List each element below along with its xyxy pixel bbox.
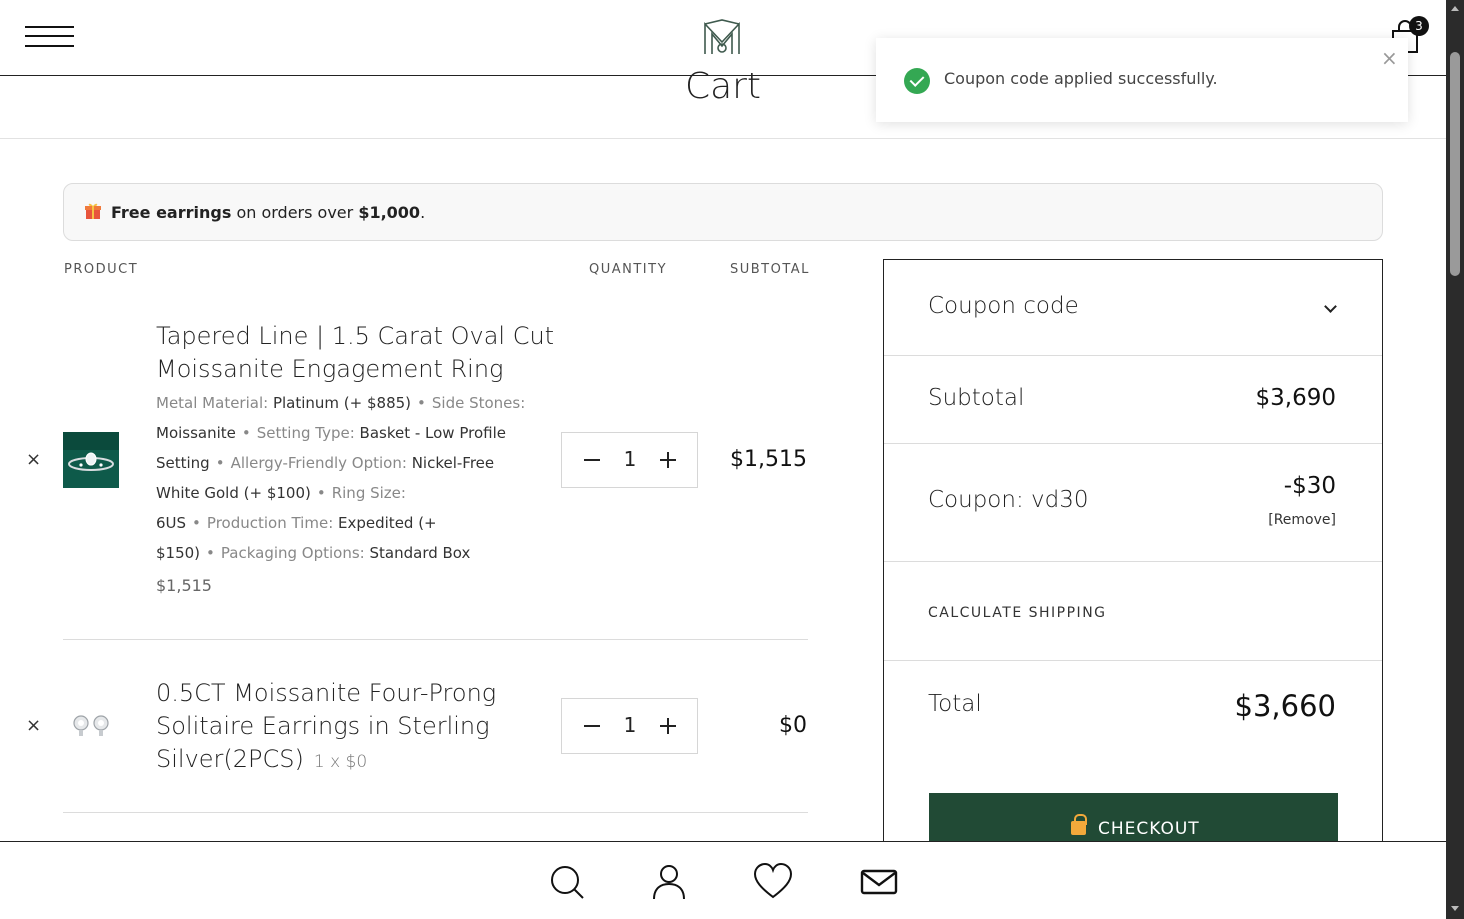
subtotal-row: Subtotal $3,690 bbox=[884, 356, 1382, 444]
option-value: Moissanite bbox=[156, 424, 236, 442]
menu-icon[interactable] bbox=[25, 26, 74, 48]
line-subtotal: $0 bbox=[779, 713, 807, 738]
option-label: Packaging Options: bbox=[220, 544, 370, 562]
coupon-row: Coupon: vd30 -$30 [Remove] bbox=[884, 444, 1382, 562]
lock-icon bbox=[1071, 814, 1087, 835]
quantity-stepper: 1 bbox=[561, 698, 698, 754]
user-icon[interactable] bbox=[649, 862, 689, 902]
product-name-line: Tapered Line | 1.5 Carat Oval Cut bbox=[156, 322, 555, 350]
total-value: $3,660 bbox=[1234, 689, 1336, 723]
coupon-code-label: Coupon code bbox=[928, 293, 1079, 319]
logo-icon[interactable] bbox=[702, 18, 742, 56]
remove-coupon-link[interactable]: [Remove] bbox=[1268, 512, 1336, 528]
promo-middle: on orders over bbox=[231, 203, 359, 222]
mail-icon[interactable] bbox=[859, 862, 899, 902]
total-row: Total $3,660 bbox=[884, 661, 1382, 761]
decrease-quantity-button[interactable] bbox=[584, 718, 600, 734]
product-thumbnail[interactable] bbox=[63, 432, 119, 488]
product-name[interactable]: 0.5CT Moissanite Four-Prong Solitaire Ea… bbox=[156, 677, 496, 779]
option-separator: • bbox=[215, 454, 225, 472]
subtotal-value: $3,690 bbox=[1255, 385, 1336, 411]
remove-item-button[interactable]: × bbox=[26, 449, 41, 470]
option-separator: • bbox=[206, 544, 215, 562]
option-label: Production Time: bbox=[206, 514, 339, 532]
heart-icon[interactable] bbox=[753, 862, 793, 902]
coupon-accordion[interactable]: Coupon code bbox=[884, 260, 1382, 356]
scroll-up-arrow-icon[interactable] bbox=[1451, 6, 1459, 11]
quantity-stepper: 1 bbox=[561, 432, 698, 488]
order-summary: Coupon code Subtotal $3,690 Coupon: vd30… bbox=[883, 259, 1383, 865]
option-label: Setting Type: bbox=[256, 424, 360, 442]
option-separator: • bbox=[241, 424, 251, 442]
product-options: Metal Material: Platinum (+ $885) • Side S… bbox=[156, 388, 531, 568]
column-header-subtotal: SUBTOTAL bbox=[730, 262, 810, 277]
column-header-product: PRODUCT bbox=[64, 262, 139, 277]
option-label: Ring Size: bbox=[331, 484, 406, 502]
decrease-quantity-button[interactable] bbox=[584, 452, 600, 468]
promo-bold: Free earrings bbox=[111, 203, 232, 222]
quantity-price-note: 1 x $0 bbox=[313, 752, 368, 772]
option-label: Side Stones: bbox=[431, 394, 526, 412]
scrollbar-thumb[interactable] bbox=[1450, 52, 1460, 276]
product-name-line: 0.5CT Moissanite Four-Prong bbox=[156, 679, 497, 707]
success-toast: Coupon code applied successfully. × bbox=[876, 38, 1408, 122]
coupon-discount: -$30 bbox=[1283, 473, 1336, 499]
promo-banner: Free earrings on orders over $1,000. bbox=[63, 183, 1383, 241]
option-label: Metal Material: bbox=[156, 394, 273, 412]
option-value: Platinum (+ $885) bbox=[272, 394, 412, 412]
quantity-value[interactable]: 1 bbox=[614, 713, 646, 737]
chevron-down-icon[interactable] bbox=[1324, 300, 1337, 313]
scrollbar[interactable] bbox=[1446, 0, 1464, 919]
product-name[interactable]: Tapered Line | 1.5 Carat Oval Cut Moissa… bbox=[156, 320, 554, 386]
calculate-shipping-link[interactable]: CALCULATE SHIPPING bbox=[928, 605, 1107, 621]
coupon-applied-label: Coupon: vd30 bbox=[928, 487, 1089, 513]
product-name-line: Solitaire Earrings in Sterling bbox=[156, 712, 490, 740]
remove-item-button[interactable]: × bbox=[26, 715, 41, 736]
product-thumbnail[interactable] bbox=[63, 697, 119, 753]
line-subtotal: $1,515 bbox=[730, 447, 807, 472]
option-separator: • bbox=[316, 484, 326, 502]
option-label: Allergy-Friendly Option: bbox=[230, 454, 412, 472]
product-name-line: Moissanite Engagement Ring bbox=[156, 355, 504, 383]
promo-amount: $1,000 bbox=[358, 203, 421, 222]
checkout-label: CHECKOUT bbox=[1098, 819, 1200, 839]
scroll-down-arrow-icon[interactable] bbox=[1451, 906, 1459, 911]
close-icon[interactable]: × bbox=[1381, 46, 1398, 70]
option-separator: • bbox=[192, 514, 201, 532]
quantity-value[interactable]: 1 bbox=[614, 447, 646, 471]
product-name-line: Silver(2PCS) bbox=[156, 745, 304, 773]
title-divider bbox=[0, 138, 1446, 139]
increase-quantity-button[interactable] bbox=[660, 452, 676, 468]
cart-count-badge: 3 bbox=[1409, 16, 1429, 36]
row-divider bbox=[63, 812, 808, 813]
total-label: Total bbox=[928, 691, 982, 717]
check-circle-icon bbox=[904, 68, 930, 94]
option-value: 6US bbox=[156, 514, 187, 532]
bottom-nav bbox=[0, 841, 1446, 919]
shipping-row: CALCULATE SHIPPING bbox=[884, 562, 1382, 661]
toast-message: Coupon code applied successfully. bbox=[944, 69, 1218, 88]
gift-icon bbox=[85, 203, 101, 219]
search-icon[interactable] bbox=[547, 862, 587, 902]
promo-text: Free earrings on orders over $1,000. bbox=[111, 203, 425, 222]
option-separator: • bbox=[417, 394, 426, 412]
option-value: Standard Box bbox=[369, 544, 471, 562]
increase-quantity-button[interactable] bbox=[660, 718, 676, 734]
product-unit-price: $1,515 bbox=[156, 576, 212, 595]
row-divider bbox=[63, 639, 808, 640]
column-header-quantity: QUANTITY bbox=[589, 262, 668, 277]
subtotal-label: Subtotal bbox=[928, 385, 1025, 411]
promo-end: . bbox=[420, 203, 426, 222]
